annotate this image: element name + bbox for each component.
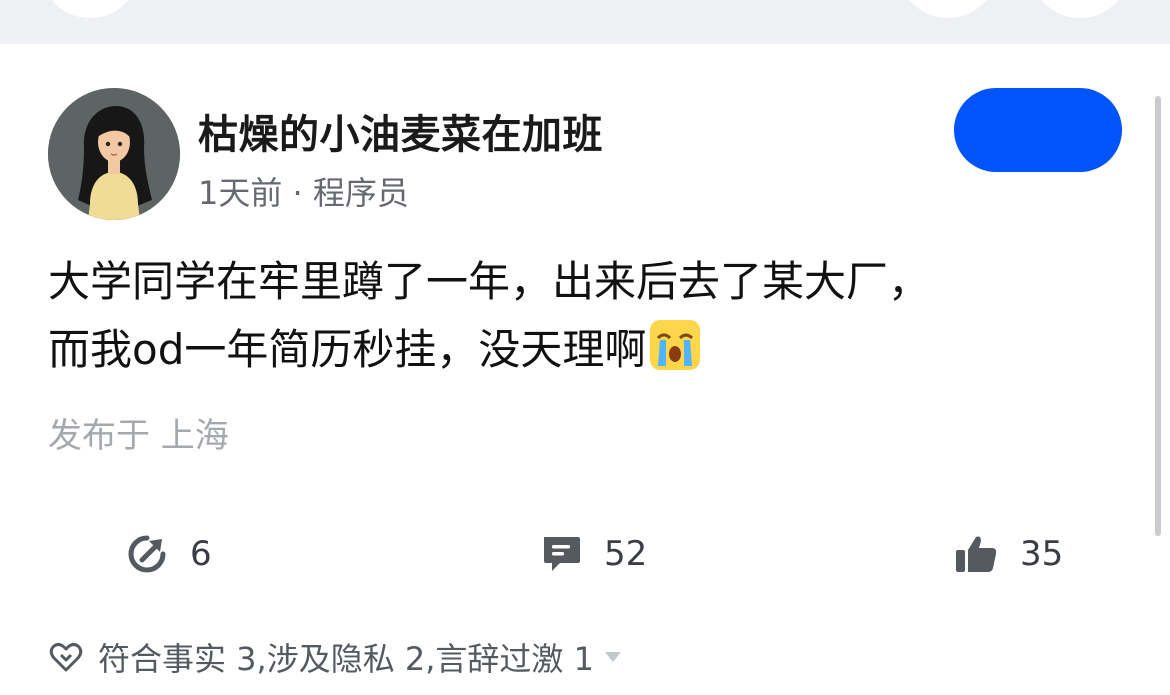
content-line-2-text: 而我od一年简历秒挂，没天理啊 [48,325,647,374]
review-tags[interactable]: 符合事实 3,涉及隐私 2,言辞过激 1 [48,634,622,680]
share-action[interactable]: 6 [126,530,212,578]
heart-tag-icon [49,643,83,672]
share-icon [128,535,166,573]
avatar[interactable] [48,88,180,220]
comment-action[interactable]: 52 [540,530,647,578]
post-card: 枯燥的小油麦菜在加班 1天前 · 程序员 大学同学在牢里蹲了一年，出来后去了某大… [0,44,1170,695]
content-line-2: 而我od一年简历秒挂，没天理啊 [48,316,1128,384]
tags-text: 符合事实 3,涉及隐私 2,言辞过激 1 [98,640,594,678]
author-name[interactable]: 枯燥的小油麦菜在加班 [198,102,603,160]
girl-avatar-illustration [48,88,180,220]
content-line-1: 大学同学在牢里蹲了一年，出来后去了某大厂， [48,257,931,306]
top-button-left[interactable] [40,0,140,18]
thumbs-up-icon [956,536,997,572]
scrollbar[interactable] [1155,96,1161,536]
location-label: 发布于 上海 [48,416,229,456]
comment-icon [544,537,580,571]
crying-face-emoji [648,318,702,372]
top-button-right-1[interactable] [898,0,998,18]
follow-button[interactable] [954,88,1122,172]
like-count: 35 [1020,534,1064,574]
post-content: 大学同学在牢里蹲了一年，出来后去了某大厂， 而我od一年简历秒挂，没天理啊 [48,248,1128,384]
like-action[interactable]: 35 [954,530,1063,578]
top-button-right-2[interactable] [1030,0,1130,18]
caret-down-icon[interactable] [604,651,622,663]
post-meta: 1天前 · 程序员 [198,174,409,212]
share-count: 6 [190,534,212,574]
comment-count: 52 [604,534,648,574]
top-bar [0,0,1170,44]
